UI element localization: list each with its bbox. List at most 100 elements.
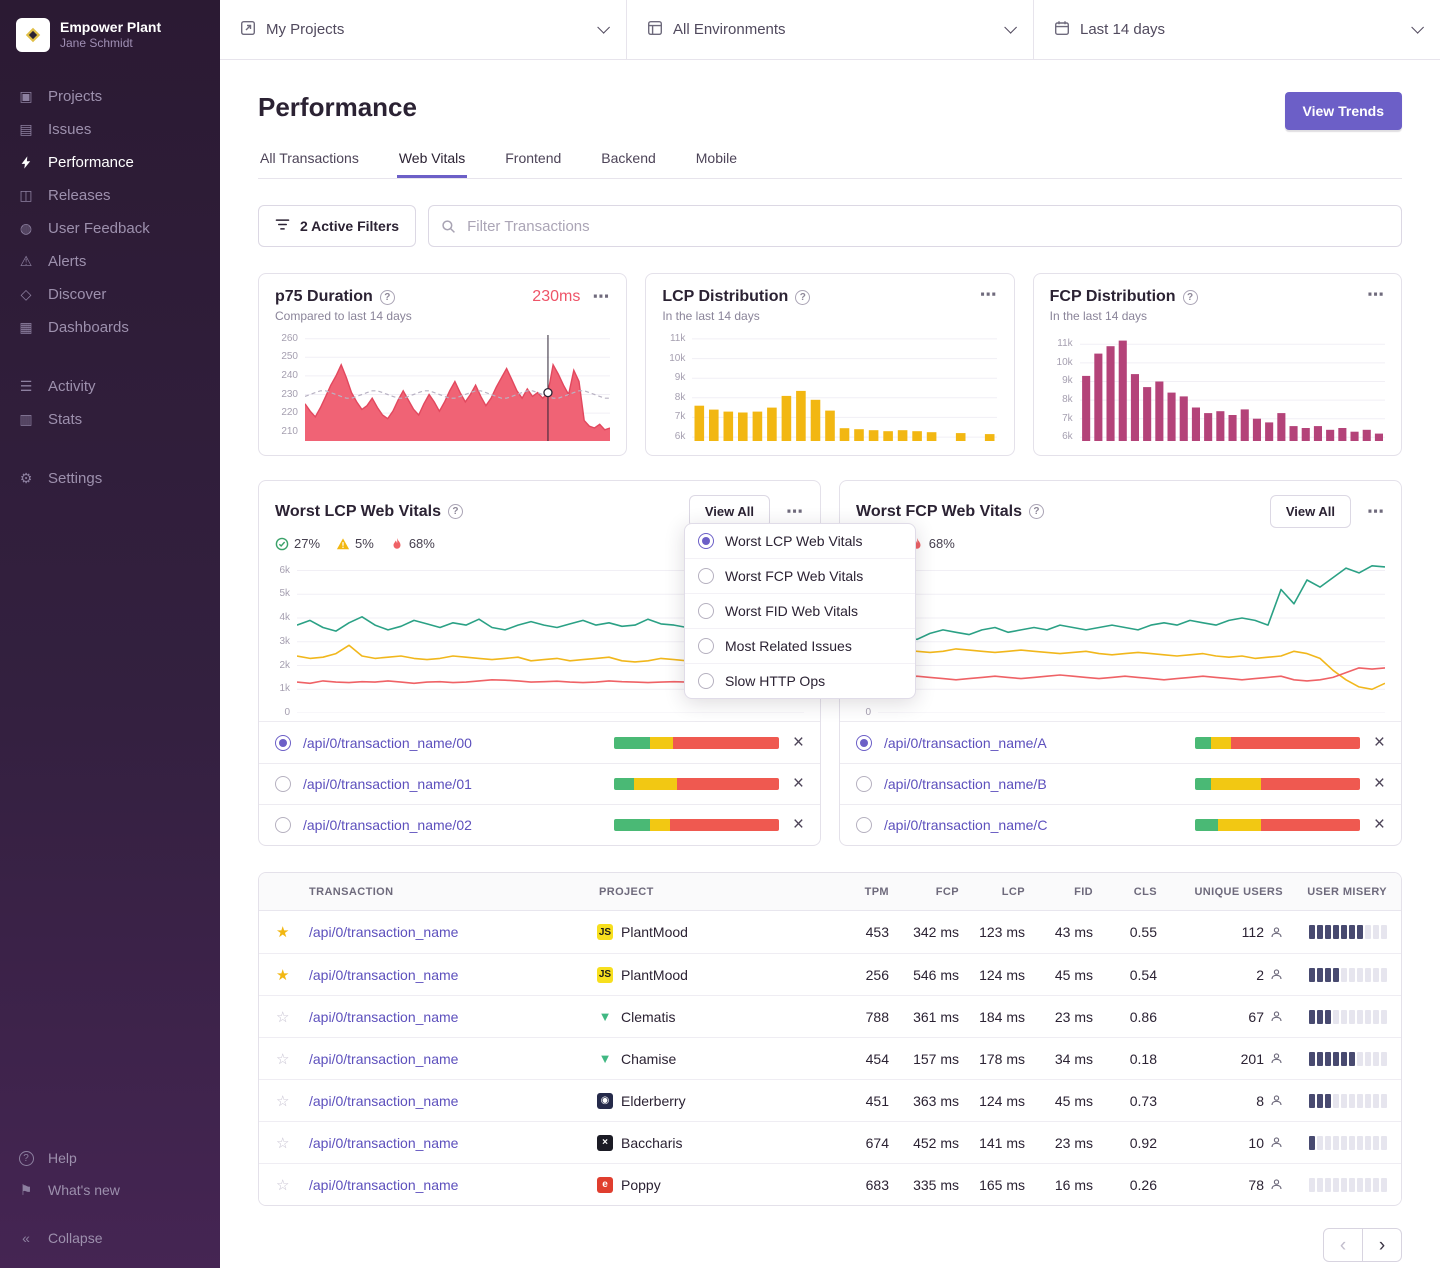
column-header[interactable]: PROJECT: [593, 886, 823, 898]
previous-page-button[interactable]: ‹: [1323, 1228, 1363, 1262]
tpm-value: 451: [823, 1093, 895, 1109]
sidebar-item-issues[interactable]: ▤Issues: [0, 113, 220, 146]
star-icon[interactable]: ☆: [276, 1051, 289, 1068]
column-header[interactable]: LCP: [965, 886, 1031, 898]
sidebar-item-help[interactable]: ?Help: [0, 1142, 220, 1174]
sidebar-item-activity[interactable]: ☰Activity: [0, 370, 220, 403]
help-icon[interactable]: ?: [448, 504, 463, 519]
tab-frontend[interactable]: Frontend: [503, 150, 563, 178]
vital-transaction-row: /api/0/transaction_name/02 ×: [259, 804, 820, 845]
view-all-button[interactable]: View All: [1270, 495, 1351, 528]
sidebar-item-stats[interactable]: ▥Stats: [0, 403, 220, 436]
column-header[interactable]: CLS: [1099, 886, 1163, 898]
radio-button[interactable]: [275, 776, 291, 792]
column-header[interactable]: TRANSACTION: [303, 886, 593, 898]
stats-icon: ▥: [16, 411, 36, 428]
menu-item-worst-fid-web-vitals[interactable]: Worst FID Web Vitals: [685, 593, 915, 628]
radio-button[interactable]: [856, 735, 872, 751]
column-header[interactable]: FCP: [895, 886, 965, 898]
transaction-link[interactable]: /api/0/transaction_name/00: [303, 735, 472, 751]
close-icon[interactable]: ×: [1374, 735, 1385, 751]
page-title: Performance: [258, 92, 417, 123]
next-page-button[interactable]: ›: [1362, 1228, 1402, 1262]
transaction-link[interactable]: /api/0/transaction_name/C: [884, 817, 1047, 833]
sidebar-item-what-s-new[interactable]: ⚑What's new: [0, 1174, 220, 1206]
transaction-link[interactable]: /api/0/transaction_name/B: [884, 776, 1047, 792]
sidebar-item-discover[interactable]: ◇Discover: [0, 278, 220, 311]
sidebar-item-releases[interactable]: ◫Releases: [0, 179, 220, 212]
projects-filter-icon: [240, 20, 256, 39]
transaction-link[interactable]: /api/0/transaction_name: [307, 1009, 589, 1025]
more-options-button[interactable]: ⋯: [1367, 505, 1385, 519]
menu-item-most-related-issues[interactable]: Most Related Issues: [685, 628, 915, 663]
star-icon[interactable]: ★: [276, 924, 289, 941]
radio-button[interactable]: [275, 735, 291, 751]
transaction-link[interactable]: /api/0/transaction_name: [307, 1177, 589, 1193]
unique-users-value: 67: [1248, 1009, 1264, 1025]
transaction-link[interactable]: /api/0/transaction_name: [307, 1093, 589, 1109]
help-icon[interactable]: ?: [795, 290, 810, 305]
menu-item-worst-fcp-web-vitals[interactable]: Worst FCP Web Vitals: [685, 558, 915, 593]
y-axis: 11k10k9k8k7k6k: [1050, 335, 1080, 441]
misery-segment: [1325, 1094, 1331, 1108]
view-trends-button[interactable]: View Trends: [1285, 92, 1402, 130]
help-icon[interactable]: ?: [1029, 504, 1044, 519]
sidebar-item-settings[interactable]: ⚙Settings: [0, 462, 220, 495]
menu-item-slow-http-ops[interactable]: Slow HTTP Ops: [685, 663, 915, 698]
tab-mobile[interactable]: Mobile: [694, 150, 739, 178]
tab-all-transactions[interactable]: All Transactions: [258, 150, 361, 178]
star-icon[interactable]: ☆: [276, 1093, 289, 1110]
more-options-button[interactable]: ⋯: [980, 288, 998, 302]
search-input[interactable]: [428, 205, 1402, 247]
radio-button[interactable]: [856, 776, 872, 792]
fcp-value: 546 ms: [895, 967, 965, 983]
transaction-link[interactable]: /api/0/transaction_name: [307, 1135, 589, 1151]
more-options-button[interactable]: ⋯: [1367, 288, 1385, 302]
close-icon[interactable]: ×: [1374, 817, 1385, 833]
sidebar-item-alerts[interactable]: ⚠Alerts: [0, 245, 220, 278]
star-icon[interactable]: ☆: [276, 1177, 289, 1194]
transaction-link[interactable]: /api/0/transaction_name/01: [303, 776, 472, 792]
lcp-value: 123 ms: [965, 924, 1031, 940]
transaction-link[interactable]: /api/0/transaction_name: [307, 1051, 589, 1067]
transaction-link[interactable]: /api/0/transaction_name: [307, 967, 589, 983]
sidebar-item-collapse[interactable]: «Collapse: [0, 1222, 220, 1254]
misery-segment: [1365, 1052, 1371, 1066]
date-range-selector[interactable]: Last 14 days: [1034, 0, 1440, 59]
project-selector[interactable]: My Projects: [220, 0, 627, 59]
column-header[interactable]: FID: [1031, 886, 1099, 898]
environment-selector-label: All Environments: [673, 21, 786, 38]
column-header[interactable]: USER MISERY: [1289, 886, 1401, 898]
menu-item-worst-lcp-web-vitals[interactable]: Worst LCP Web Vitals: [685, 524, 915, 558]
transaction-link[interactable]: /api/0/transaction_name/02: [303, 817, 472, 833]
column-header[interactable]: TPM: [823, 886, 895, 898]
transaction-link[interactable]: /api/0/transaction_name/A: [884, 735, 1047, 751]
close-icon[interactable]: ×: [793, 817, 804, 833]
radio-button[interactable]: [275, 817, 291, 833]
radio-button[interactable]: [856, 817, 872, 833]
sidebar-item-dashboards[interactable]: ▦Dashboards: [0, 311, 220, 344]
more-options-button[interactable]: ⋯: [592, 290, 610, 304]
close-icon[interactable]: ×: [793, 776, 804, 792]
sidebar-item-user-feedback[interactable]: ◍User Feedback: [0, 212, 220, 245]
sidebar-item-projects[interactable]: ▣Projects: [0, 80, 220, 113]
star-icon[interactable]: ★: [276, 967, 289, 984]
close-icon[interactable]: ×: [793, 735, 804, 751]
sidebar-item-performance[interactable]: Performance: [0, 146, 220, 179]
column-header[interactable]: UNIQUE USERS: [1163, 886, 1289, 898]
active-filters-button[interactable]: 2 Active Filters: [258, 205, 416, 247]
star-icon[interactable]: ☆: [276, 1009, 289, 1026]
environment-selector[interactable]: All Environments: [627, 0, 1034, 59]
tab-web-vitals[interactable]: Web Vitals: [397, 150, 467, 178]
sidebar: Empower Plant Jane Schmidt ▣Projects▤Iss…: [0, 0, 220, 1268]
transaction-link[interactable]: /api/0/transaction_name: [307, 924, 589, 940]
help-icon[interactable]: ?: [1183, 290, 1198, 305]
tab-backend[interactable]: Backend: [599, 150, 657, 178]
misery-segment: [1333, 1010, 1339, 1024]
org-switcher[interactable]: Empower Plant Jane Schmidt: [0, 14, 220, 54]
close-icon[interactable]: ×: [1374, 776, 1385, 792]
star-icon[interactable]: ☆: [276, 1135, 289, 1152]
misery-segment: [1357, 1052, 1363, 1066]
help-icon[interactable]: ?: [380, 290, 395, 305]
more-options-button[interactable]: ⋯: [786, 505, 804, 519]
